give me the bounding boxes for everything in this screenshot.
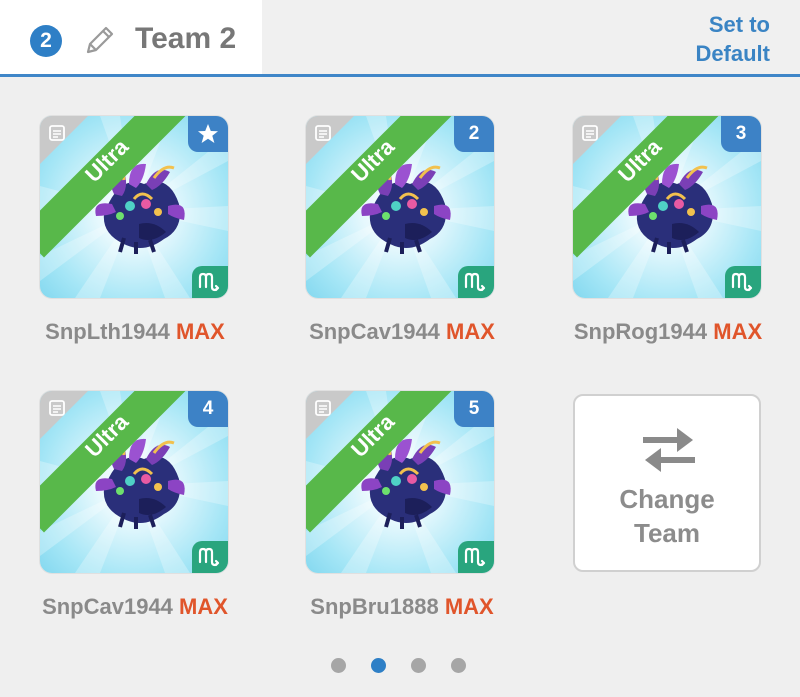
slot-number: 5 <box>468 398 480 419</box>
monster-card-3[interactable]: Ultra 3 <box>573 116 761 298</box>
page-dot-2[interactable] <box>371 658 386 673</box>
monster-name: SnpLth1944 <box>45 319 170 344</box>
monster-level: MAX <box>713 319 763 344</box>
slot-number-badge: 3 <box>721 116 761 152</box>
slot-number-badge: 4 <box>188 391 228 427</box>
page-dot-1[interactable] <box>331 658 346 673</box>
monster-level: MAX <box>179 594 228 619</box>
monster-label-5: SnpBru1888 MAX <box>272 594 532 620</box>
set-default-line2: Default <box>695 41 770 66</box>
team-header: 2 Team 2 Set to Default <box>0 0 800 78</box>
pagination-dots <box>331 658 471 674</box>
star-icon <box>198 124 218 143</box>
monster-level: MAX <box>444 594 494 619</box>
document-icon[interactable] <box>48 399 66 417</box>
swap-arrows-icon <box>643 428 695 472</box>
page-dot-4[interactable] <box>451 658 466 673</box>
monster-label-2: SnpCav1944 MAX <box>272 319 532 345</box>
monster-card-2[interactable]: Ultra 2 <box>306 116 494 298</box>
document-icon[interactable] <box>314 124 332 142</box>
scorpio-zodiac-icon <box>731 272 753 292</box>
pencil-icon[interactable] <box>82 22 118 58</box>
header-divider <box>0 74 800 77</box>
team-number-badge: 2 <box>30 25 62 57</box>
page-dot-3[interactable] <box>411 658 426 673</box>
set-to-default-button[interactable]: Set to Default <box>650 10 770 68</box>
monster-name: SnpRog1944 <box>573 319 708 344</box>
monster-level: MAX <box>446 319 495 344</box>
monster-label-1: SnpLth1944 MAX <box>5 319 265 345</box>
monster-name: SnpCav1944 <box>42 594 173 619</box>
team-title[interactable]: Team 2 <box>135 20 236 58</box>
document-icon[interactable] <box>314 399 332 417</box>
document-icon[interactable] <box>48 124 66 142</box>
leader-slot-badge <box>188 116 228 152</box>
monster-label-4: SnpCav1944 MAX <box>5 594 265 620</box>
document-icon[interactable] <box>581 124 599 142</box>
monster-card-4[interactable]: Ultra 4 <box>40 391 228 573</box>
scorpio-zodiac-icon <box>198 272 220 292</box>
scorpio-zodiac-icon <box>464 547 486 567</box>
slot-number-badge: 5 <box>454 391 494 427</box>
change-team-line2: Team <box>634 518 700 548</box>
monster-name: SnpCav1944 <box>309 319 440 344</box>
monster-level: MAX <box>175 319 225 344</box>
scorpio-zodiac-icon <box>464 272 486 292</box>
monster-card-1[interactable]: Ultra <box>40 116 228 298</box>
change-team-line1: Change <box>619 484 715 514</box>
scorpio-zodiac-icon <box>198 547 220 567</box>
monster-label-3: SnpRog1944 MAX <box>538 319 798 345</box>
slot-number: 2 <box>468 123 480 144</box>
set-default-line1: Set to <box>708 12 770 37</box>
change-team-button[interactable]: Change Team <box>573 394 761 572</box>
monster-card-5[interactable]: Ultra 5 <box>306 391 494 573</box>
slot-number: 4 <box>202 398 214 419</box>
monster-name: SnpBru1888 <box>310 594 439 619</box>
slot-number-badge: 2 <box>454 116 494 152</box>
change-team-label: Change Team <box>575 482 759 550</box>
slot-number: 3 <box>735 123 747 144</box>
